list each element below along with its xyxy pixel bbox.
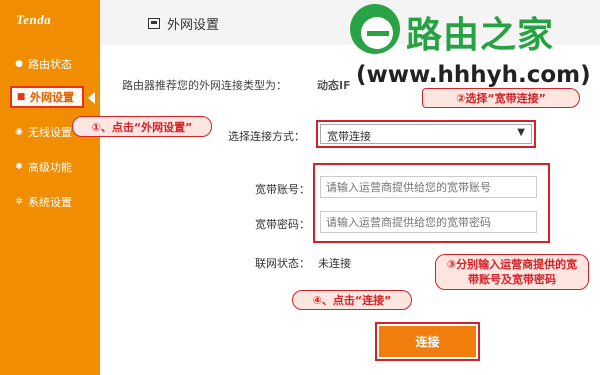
step2-callout: ②选择“宽带连接” xyxy=(422,88,580,108)
sidebar-item-label: 高级功能 xyxy=(28,161,72,174)
sidebar-item-label: 外网设置 xyxy=(30,91,74,104)
wan-settings-icon xyxy=(148,18,160,29)
account-label: 宽带账号： xyxy=(255,183,310,196)
sidebar-item-advanced[interactable]: ✱ 高级功能 xyxy=(14,159,72,175)
sidebar-item-system[interactable]: ✲ 系统设置 xyxy=(14,194,72,210)
status-label: 联网状态： xyxy=(255,257,310,270)
sidebar-item-label: 系统设置 xyxy=(28,196,72,209)
status-icon: ● xyxy=(15,59,23,69)
brand-name: 路由之家 xyxy=(406,15,555,56)
sidebar-item-wireless[interactable]: ◉ 无线设置 xyxy=(14,124,72,140)
sidebar-item-status[interactable]: ● 路由状态 xyxy=(14,56,72,72)
page-title: 外网设置 xyxy=(148,14,219,33)
settings-icon: ✲ xyxy=(15,197,23,207)
password-input[interactable] xyxy=(320,211,537,233)
sidebar-item-label: 路由状态 xyxy=(28,58,72,71)
connect-button[interactable]: 连接 xyxy=(379,326,476,357)
password-label: 宽带密码： xyxy=(255,218,310,231)
step3-callout: ③分别输入运营商提供的宽带账号及宽带密码 xyxy=(435,254,589,290)
brand-logo-icon xyxy=(350,4,400,54)
page-title-text: 外网设置 xyxy=(167,18,220,33)
tenda-logo: Tenda xyxy=(16,12,52,27)
account-input[interactable] xyxy=(320,176,537,198)
brand-url: (www.hhhyh.com) xyxy=(356,62,591,88)
detect-label: 路由器推荐您的外网连接类型为： xyxy=(122,79,287,92)
sidebar-item-wan[interactable]: ■ 外网设置 xyxy=(10,86,84,108)
sidebar: Tenda ● 路由状态 ■ 外网设置 ◉ 无线设置 ✱ 高级功能 ✲ 系统设置 xyxy=(0,0,100,375)
dropdown-arrow-icon: ▼ xyxy=(517,127,525,138)
step1-callout: ①、点击“外网设置” xyxy=(72,116,212,137)
advanced-icon: ✱ xyxy=(15,162,23,172)
active-pointer xyxy=(88,92,95,104)
status-value: 未连接 xyxy=(318,257,351,270)
connection-mode-select[interactable]: 宽带连接 ▼ xyxy=(320,124,532,144)
mode-label: 选择连接方式： xyxy=(228,130,305,143)
step4-callout: ④、点击“连接” xyxy=(292,290,412,310)
sidebar-item-label: 无线设置 xyxy=(28,126,72,139)
wireless-icon: ◉ xyxy=(15,127,23,137)
detect-value: 动态IF xyxy=(317,79,351,92)
wan-icon: ■ xyxy=(16,92,26,102)
brand-watermark: 路由之家 (www.hhhyh.com) xyxy=(348,0,600,100)
